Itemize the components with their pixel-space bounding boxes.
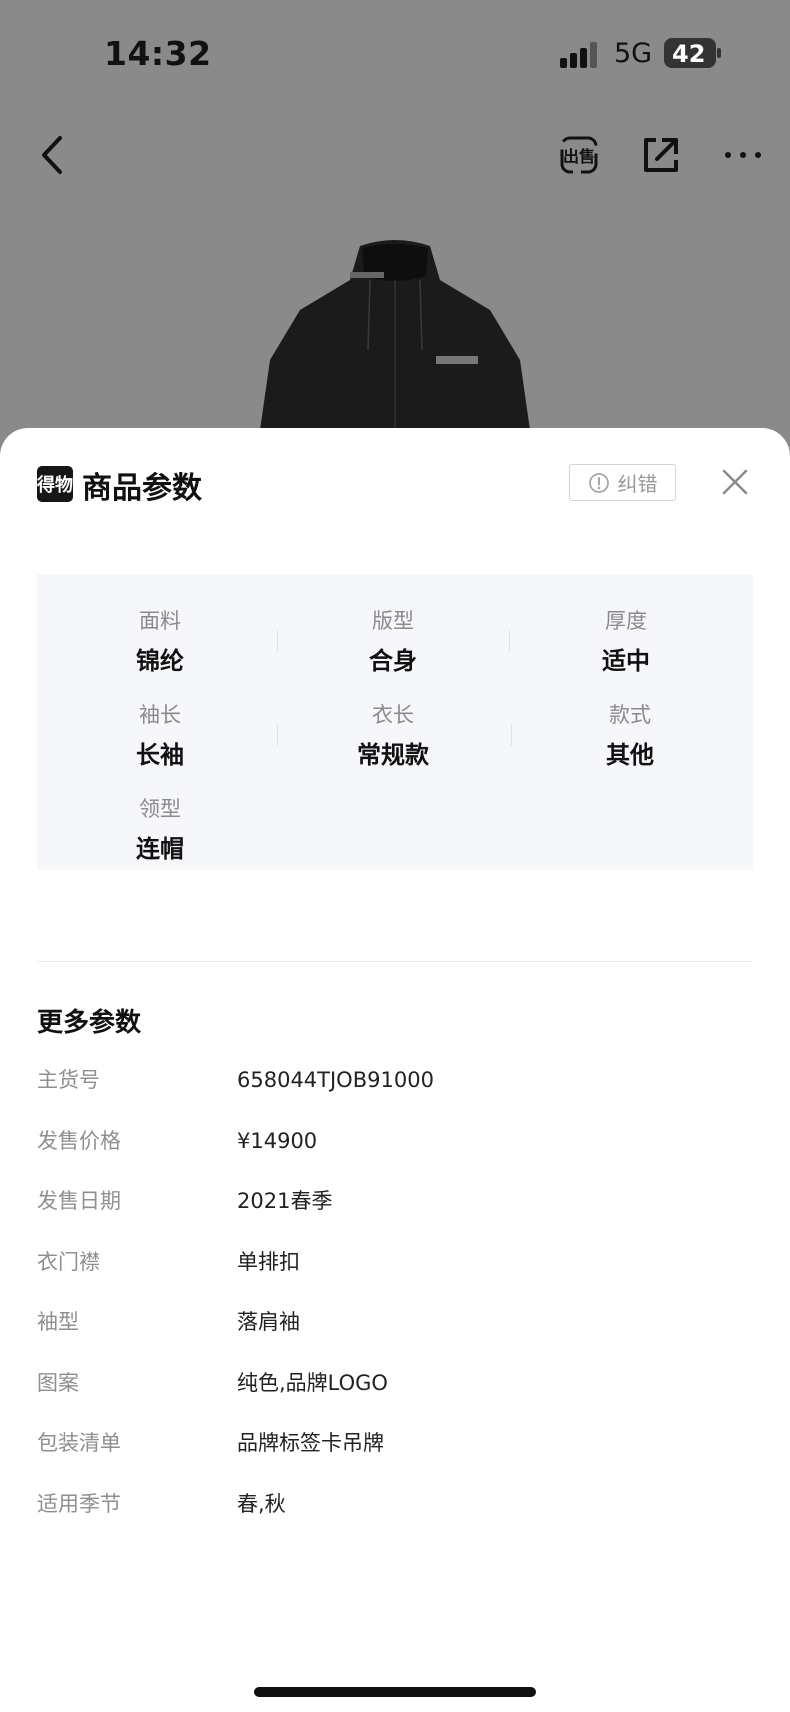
param-key: 发售日期 — [37, 1189, 121, 1213]
network-label: 5G — [614, 38, 653, 69]
sell-icon[interactable]: 出售 — [554, 130, 604, 180]
param-key: 袖型 — [37, 1310, 79, 1334]
key-param-label: 领型 — [139, 797, 181, 821]
param-value: 纯色,品牌LOGO — [237, 1370, 388, 1395]
share-icon[interactable] — [636, 130, 686, 180]
signal-icon — [560, 42, 597, 68]
key-param-label: 面料 — [139, 609, 181, 633]
product-image[interactable] — [250, 240, 540, 430]
param-key: 衣门襟 — [37, 1249, 100, 1274]
param-value: 品牌标签卡吊牌 — [237, 1431, 384, 1455]
correct-error-button[interactable]: 纠错 — [569, 464, 676, 501]
param-value: 落肩袖 — [237, 1310, 300, 1334]
svg-text:出售: 出售 — [563, 147, 595, 166]
more-params-list: 主货号 658044TJOB91000 发售价格 ¥14900 发售日期 202… — [37, 1064, 753, 1548]
key-param-fabric: 面料 锦纶 — [45, 606, 275, 680]
param-row: 图案 纯色,品牌LOGO — [37, 1367, 753, 1428]
correct-error-label: 纠错 — [617, 472, 658, 496]
param-key: 图案 — [37, 1370, 79, 1395]
param-row: 发售日期 2021春季 — [37, 1185, 753, 1246]
param-value: 658044TJOB91000 — [237, 1068, 434, 1092]
param-row: 适用季节 春,秋 — [37, 1488, 753, 1549]
key-param-value: 连帽 — [136, 835, 184, 863]
key-param-collar: 领型 连帽 — [45, 794, 275, 868]
key-param-length: 衣长 常规款 — [278, 700, 508, 774]
key-param-label: 厚度 — [605, 609, 647, 633]
key-param-value: 合身 — [369, 647, 417, 675]
back-button[interactable] — [30, 130, 80, 180]
param-key: 包装清单 — [37, 1431, 121, 1455]
param-value: 单排扣 — [237, 1249, 300, 1274]
close-icon[interactable] — [719, 466, 751, 498]
key-param-value: 长袖 — [136, 741, 184, 769]
key-param-label: 衣长 — [372, 703, 414, 727]
param-value: 2021春季 — [237, 1189, 333, 1213]
more-horizontal-icon[interactable] — [718, 130, 768, 180]
key-param-thickness: 厚度 适中 — [511, 606, 741, 680]
key-param-value: 适中 — [602, 647, 650, 675]
key-param-label: 款式 — [609, 703, 651, 727]
nav-bar: 出售 — [0, 110, 790, 190]
divider — [509, 630, 510, 652]
key-param-value: 其他 — [606, 741, 654, 769]
key-param-fit: 版型 合身 — [278, 606, 508, 680]
key-param-label: 袖长 — [139, 703, 181, 727]
key-param-value: 锦纶 — [136, 647, 184, 675]
product-params-sheet: 得物 商品参数 纠错 面料 锦纶 版型 合身 厚度 适中 袖长 长袖 衣长 常规… — [0, 428, 790, 1712]
param-row: 发售价格 ¥14900 — [37, 1125, 753, 1186]
section-divider — [37, 961, 753, 962]
param-value: 春,秋 — [237, 1491, 286, 1516]
param-row: 包装清单 品牌标签卡吊牌 — [37, 1427, 753, 1488]
more-params-title: 更多参数 — [37, 1008, 142, 1038]
battery-level: 42 — [672, 40, 706, 68]
param-row: 主货号 658044TJOB91000 — [37, 1064, 753, 1125]
param-row: 袖型 落肩袖 — [37, 1306, 753, 1367]
dewu-logo: 得物 — [37, 466, 73, 502]
param-key: 主货号 — [37, 1068, 100, 1092]
alert-circle-icon — [588, 472, 609, 493]
divider — [511, 724, 512, 746]
key-param-style: 款式 其他 — [515, 700, 745, 774]
param-value: ¥14900 — [237, 1128, 318, 1153]
sheet-title: 商品参数 — [82, 471, 202, 506]
status-time: 14:32 — [104, 34, 212, 73]
param-key: 适用季节 — [37, 1491, 121, 1516]
key-param-value: 常规款 — [357, 741, 429, 769]
param-key: 发售价格 — [37, 1128, 121, 1153]
key-param-label: 版型 — [372, 609, 414, 633]
param-row: 衣门襟 单排扣 — [37, 1246, 753, 1307]
sheet-header: 得物 商品参数 纠错 — [0, 428, 790, 538]
status-bar: 14:32 5G 42 — [0, 0, 790, 110]
home-indicator[interactable] — [254, 1687, 536, 1697]
key-param-sleeve-length: 袖长 长袖 — [45, 700, 275, 774]
key-params-grid: 面料 锦纶 版型 合身 厚度 适中 袖长 长袖 衣长 常规款 款式 其他 领型 … — [37, 574, 753, 870]
